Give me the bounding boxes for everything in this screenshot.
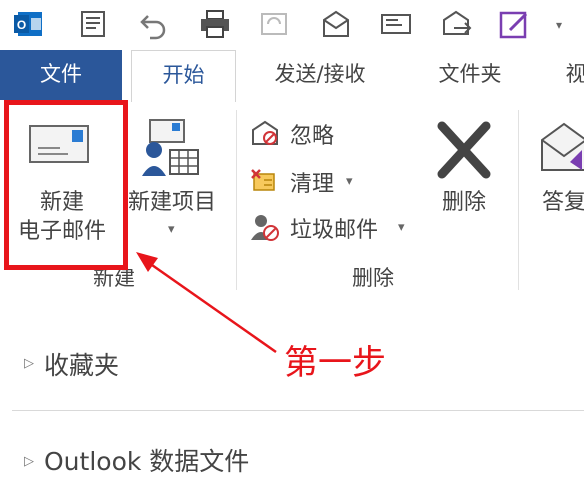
- annotation-step-label: 第一步: [284, 343, 386, 383]
- annotation-arrow: [136, 252, 277, 354]
